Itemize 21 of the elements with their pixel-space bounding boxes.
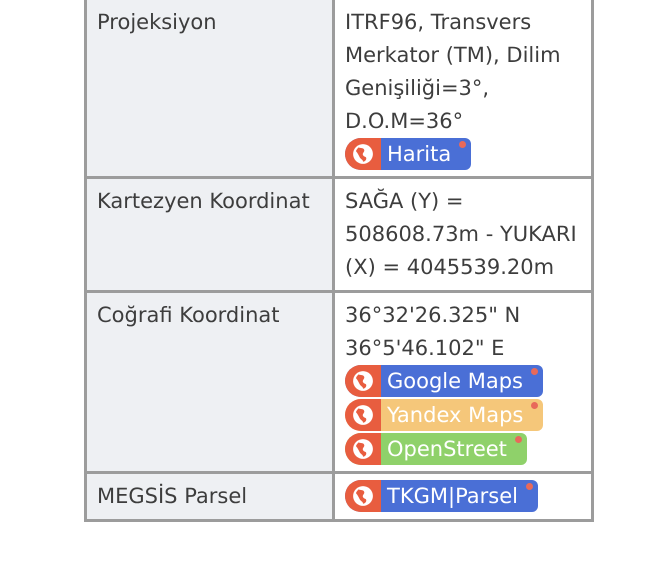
notification-dot bbox=[526, 483, 533, 490]
globe-icon bbox=[345, 138, 381, 170]
map-link-button[interactable]: TKGM|Parsel bbox=[345, 480, 538, 512]
cell-text: 36°32'26.325" N bbox=[345, 302, 522, 329]
map-link-button[interactable]: Google Maps bbox=[345, 365, 543, 397]
notification-dot bbox=[514, 436, 522, 443]
notification-dot bbox=[531, 402, 538, 409]
table-cell: MEGSİS Parsel bbox=[87, 474, 335, 519]
table-cell: Projeksiyon bbox=[87, 0, 335, 176]
globe-icon bbox=[345, 365, 381, 397]
table-cell: Kartezyen Koordinat bbox=[87, 179, 335, 290]
globe-icon bbox=[345, 399, 381, 431]
cell-text: 36°5'46.102" E bbox=[345, 335, 506, 362]
notification-dot bbox=[459, 141, 466, 148]
globe-icon bbox=[345, 433, 381, 465]
cell-text: ITRF96, Transvers Merkator (TM), Dilim Genişiliği=3°, D.O.M=36° bbox=[345, 9, 562, 135]
cell-text: SAĞA (Y) = 508608.73m - YUKARI (X) = 4045539.20m bbox=[345, 188, 578, 281]
globe-icon bbox=[345, 480, 381, 512]
map-link-button[interactable]: Harita bbox=[345, 138, 472, 170]
table-cell: Coğrafi Koordinat bbox=[87, 293, 335, 471]
notification-dot bbox=[531, 368, 538, 375]
